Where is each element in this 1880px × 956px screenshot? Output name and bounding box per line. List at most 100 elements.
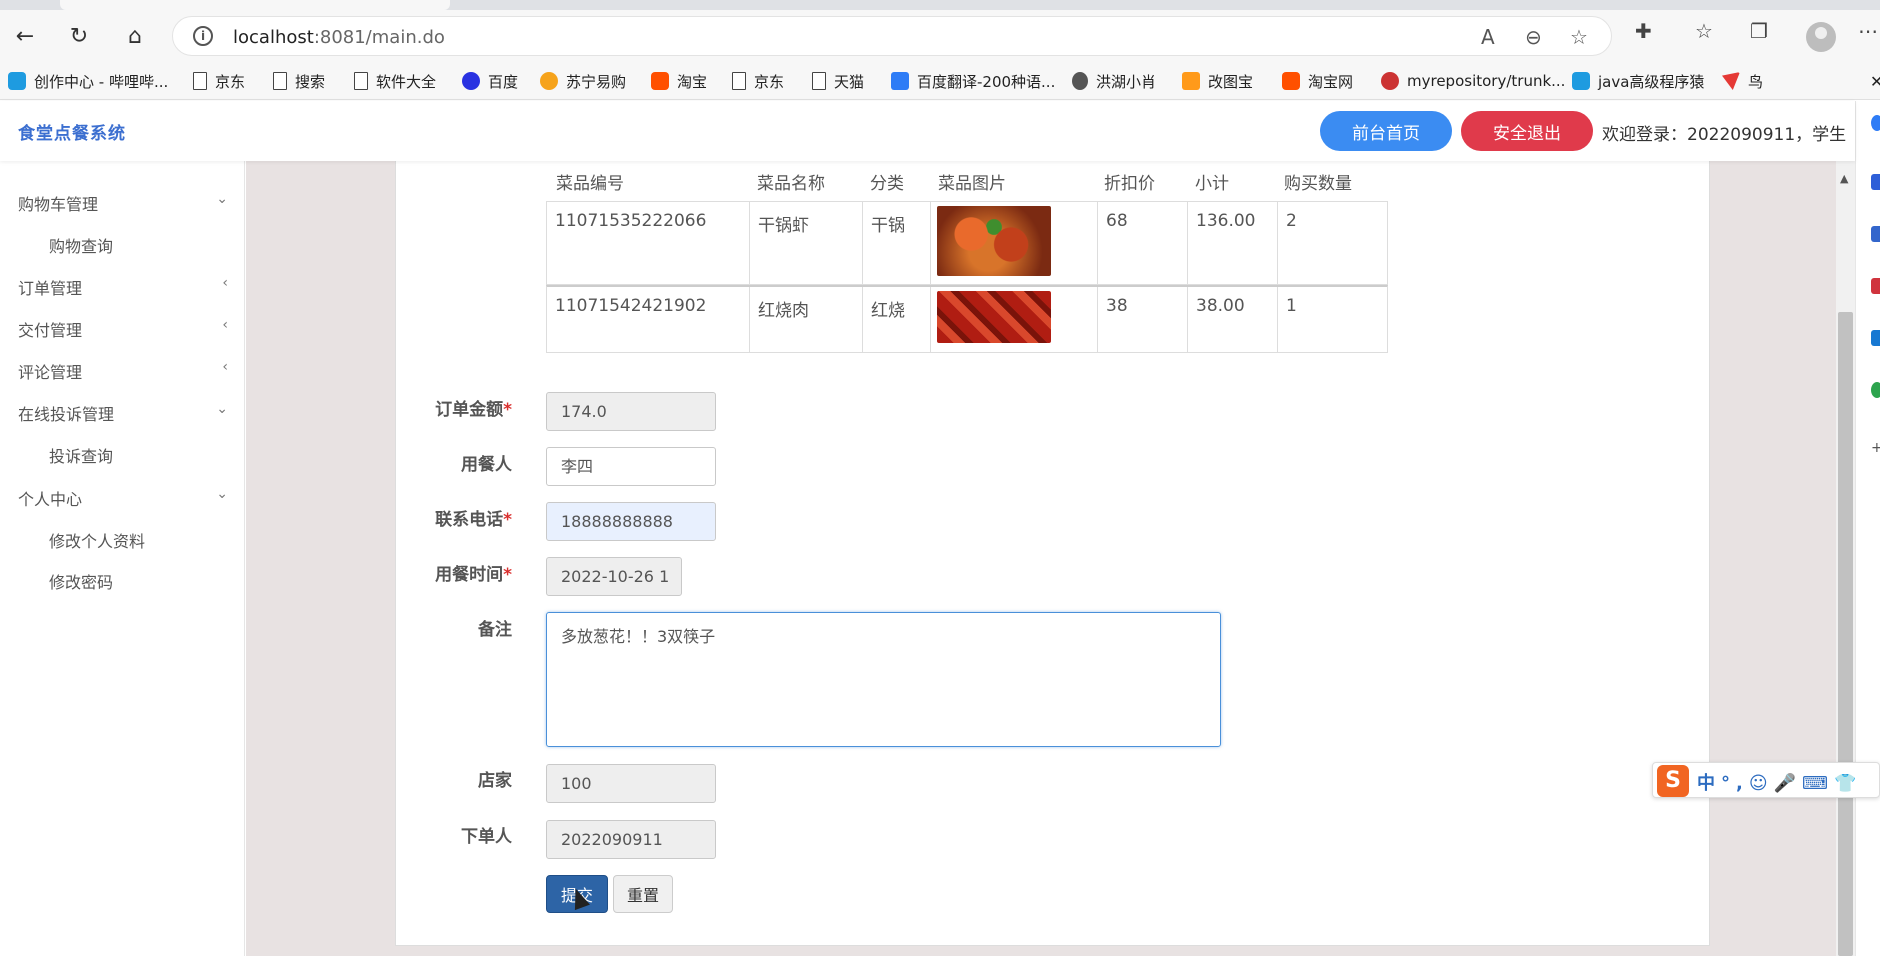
url-path: :8081/main.do — [313, 27, 445, 48]
orderer-field[interactable]: 2022090911 — [546, 820, 716, 859]
logout-button[interactable]: 安全退出 — [1461, 111, 1593, 151]
label-text: 订单金额 — [435, 400, 504, 420]
col-header-image: 菜品图片 — [938, 174, 1006, 194]
reset-button[interactable]: 重置 — [613, 875, 673, 913]
cell-price: 38 — [1098, 287, 1188, 352]
bookmark-taobao[interactable]: 淘宝 — [651, 70, 707, 92]
cell-text: 11071535222066 — [555, 211, 707, 231]
sidebar-item-cart-query[interactable]: 购物查询 — [49, 233, 113, 257]
games-icon[interactable] — [1871, 382, 1880, 398]
baidu-icon — [462, 72, 480, 90]
cell-text: 11071542421902 — [555, 296, 707, 316]
sidebar-item-complaint-query[interactable]: 投诉查询 — [49, 443, 113, 467]
bookmark-honghu[interactable]: 洪湖小肖 — [1072, 70, 1156, 92]
bird-icon — [1722, 72, 1740, 90]
site-info-icon[interactable]: i — [193, 26, 213, 46]
cell-text: 38 — [1106, 296, 1128, 316]
sidebar-item-edit-profile[interactable]: 修改个人资料 — [49, 528, 145, 552]
bookmark-label: 创作中心 - 哔哩哔... — [34, 72, 169, 91]
page-icon — [193, 72, 207, 90]
extensions-icon[interactable]: ✚ — [1635, 19, 1652, 43]
col-header-price: 折扣价 — [1104, 174, 1155, 194]
shop-field[interactable]: 100 — [546, 764, 716, 803]
more-menu-icon[interactable]: ⋯ — [1858, 19, 1878, 43]
profile-avatar-icon[interactable] — [1806, 22, 1836, 52]
read-aloud-icon[interactable]: A — [1481, 25, 1495, 49]
front-home-button[interactable]: 前台首页 — [1320, 111, 1452, 151]
outlook-icon[interactable] — [1871, 330, 1880, 346]
bookmark-taobaowang[interactable]: 淘宝网 — [1282, 70, 1353, 92]
sidebar-item-delivery[interactable]: 交付管理 ‹ — [18, 317, 228, 341]
add-favorite-icon[interactable]: ☆ — [1570, 25, 1588, 49]
ime-mode[interactable]: 中 — [1697, 773, 1721, 794]
bookmark-bilibili[interactable]: 创作中心 - 哔哩哔... — [8, 70, 168, 92]
table-row: 11071542421902 红烧肉 红烧 38 38.00 1 — [546, 285, 1388, 353]
sidebar-item-cart[interactable]: 购物车管理 ⌄ — [18, 191, 228, 215]
address-bar[interactable]: i localhost:8081/main.do A ⊖ ☆ — [172, 16, 1612, 56]
zoom-out-icon[interactable]: ⊖ — [1525, 25, 1542, 49]
bookmark-java[interactable]: java高级程序猿 — [1572, 70, 1704, 92]
bookmark-baidu[interactable]: 百度 — [462, 70, 518, 92]
sidebar-item-complaints[interactable]: 在线投诉管理 ⌄ — [18, 401, 228, 425]
sidebar-item-change-password[interactable]: 修改密码 — [49, 569, 113, 593]
bookmark-software[interactable]: 软件大全 — [354, 70, 436, 92]
active-tab[interactable] — [60, 0, 450, 10]
amount-field[interactable]: 174.0 — [546, 392, 716, 431]
bookmark-suning[interactable]: 苏宁易购 — [540, 70, 626, 92]
sidebar-item-comments[interactable]: 评论管理 ‹ — [18, 359, 228, 383]
favorites-icon[interactable]: ☆ — [1695, 19, 1713, 43]
chevron-down-icon: ⌄ — [216, 486, 228, 502]
bookmark-label: 鸟 — [1748, 72, 1764, 91]
shopping-icon[interactable] — [1871, 174, 1880, 190]
sidebar-item-orders[interactable]: 订单管理 ‹ — [18, 275, 228, 299]
chevron-left-icon: ‹ — [222, 359, 228, 375]
ime-items: 中°,☺🎤⌨👕 — [1697, 773, 1863, 794]
bookmark-myrepository[interactable]: myrepository/trunk... — [1381, 70, 1565, 92]
bookmark-label: 百度翻译-200种语... — [917, 72, 1056, 91]
ime-punct[interactable]: °, — [1721, 773, 1749, 794]
cell-text: 红烧 — [871, 301, 905, 321]
bookmark-baidu-fanyi[interactable]: 百度翻译-200种语... — [891, 70, 1055, 92]
search-icon[interactable] — [1871, 115, 1880, 131]
welcome-text: 欢迎登录：2022090911，学生 — [1602, 125, 1847, 145]
cell-name: 红烧肉 — [750, 287, 863, 352]
collections-icon[interactable]: ❐ — [1750, 19, 1768, 43]
cell-price: 68 — [1098, 202, 1188, 284]
url-host: localhost — [233, 27, 314, 48]
diner-field[interactable]: 李四 — [546, 447, 716, 486]
cell-text: 干锅虾 — [758, 216, 809, 236]
people-icon[interactable] — [1871, 226, 1880, 242]
close-icon[interactable]: ✕ — [1870, 70, 1880, 92]
diner-label: 用餐人 — [392, 450, 512, 475]
bookmark-search[interactable]: 搜索 — [273, 70, 325, 92]
bookmark-tmall[interactable]: 天猫 — [812, 70, 864, 92]
bookmark-jd-2[interactable]: 京东 — [732, 70, 784, 92]
back-icon[interactable]: ← — [8, 19, 42, 53]
cell-image — [931, 202, 1098, 284]
sidebar-item-personal[interactable]: 个人中心 ⌄ — [18, 486, 228, 510]
home-icon[interactable]: ⌂ — [118, 19, 152, 53]
scroll-up-arrow-icon[interactable]: ▲ — [1840, 172, 1848, 185]
bilibili-icon — [8, 72, 26, 90]
bookmark-label: 百度 — [488, 72, 519, 91]
bookmark-bird[interactable]: 鸟 — [1722, 70, 1763, 92]
bookmark-gaitubao[interactable]: 改图宝 — [1182, 70, 1253, 92]
bookmarks-bar: 创作中心 - 哔哩哔... 京东 搜索 软件大全 百度 苏宁易购 淘宝 京东 天… — [0, 62, 1880, 100]
phone-field[interactable]: 18888888888 — [546, 502, 716, 541]
add-icon[interactable]: + — [1871, 440, 1880, 456]
office-icon[interactable] — [1871, 278, 1880, 294]
remark-textarea[interactable]: 多放葱花！！3双筷子 — [546, 612, 1221, 747]
scrollbar-thumb[interactable] — [1838, 312, 1853, 956]
bookmark-jd[interactable]: 京东 — [193, 70, 245, 92]
reload-icon[interactable]: ↻ — [62, 19, 96, 53]
taobao-icon — [1282, 72, 1300, 90]
bookmark-label: 洪湖小肖 — [1096, 72, 1157, 91]
ime-toolbar[interactable]: S 中°,☺🎤⌨👕 — [1652, 762, 1880, 798]
label-text: 用餐人 — [461, 455, 512, 475]
col-header-name: 菜品名称 — [757, 174, 825, 194]
cell-code: 11071542421902 — [547, 287, 750, 352]
dining-time-field[interactable]: 2022-10-26 1 — [546, 557, 682, 596]
cell-image — [931, 287, 1098, 352]
sidebar-item-label: 评论管理 — [18, 363, 83, 382]
label-text: 用餐时间 — [435, 565, 504, 585]
